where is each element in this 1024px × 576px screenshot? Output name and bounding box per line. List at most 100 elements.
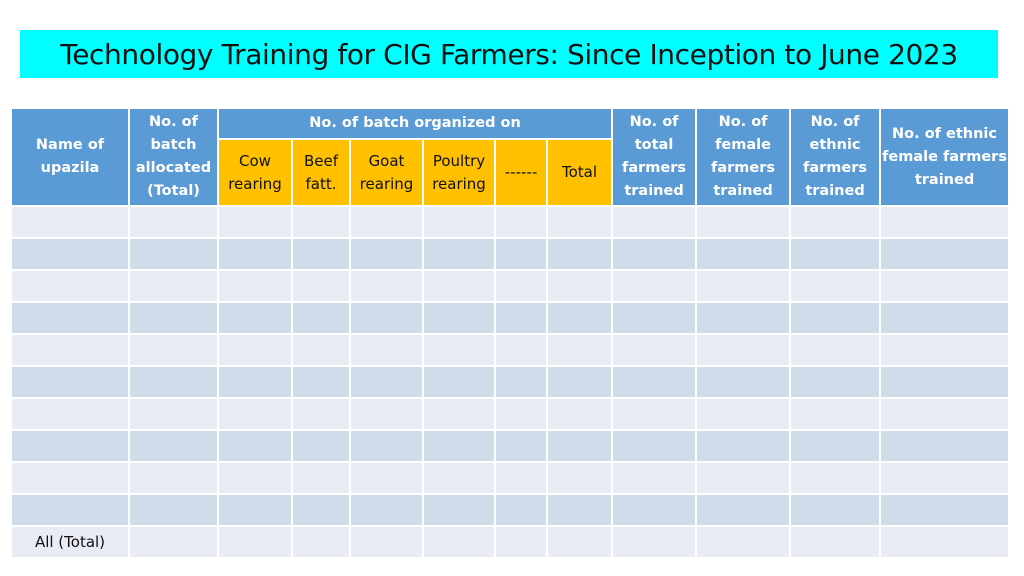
row-label bbox=[10, 205, 130, 239]
table-cell bbox=[291, 205, 351, 239]
table-cell bbox=[422, 365, 496, 399]
table-cell bbox=[128, 461, 219, 495]
total-row: All (Total) bbox=[10, 525, 1011, 559]
table-cell bbox=[349, 493, 424, 527]
table-row bbox=[10, 429, 1011, 463]
table-cell bbox=[349, 365, 424, 399]
table-cell bbox=[422, 237, 496, 271]
table-cell bbox=[217, 237, 293, 271]
table-cell bbox=[422, 301, 496, 335]
table-cell bbox=[494, 365, 548, 399]
table-cell bbox=[879, 333, 1011, 367]
table-cell bbox=[128, 493, 219, 527]
table-cell bbox=[422, 493, 496, 527]
table-cell bbox=[611, 461, 698, 495]
table-cell bbox=[422, 429, 496, 463]
header-total-farmers: No. of total farmers trained bbox=[611, 107, 698, 207]
table-cell bbox=[217, 301, 293, 335]
row-label bbox=[10, 301, 130, 335]
table-cell bbox=[695, 397, 792, 431]
table-cell bbox=[611, 525, 698, 559]
table-cell bbox=[695, 493, 792, 527]
table-cell bbox=[494, 429, 548, 463]
row-label bbox=[10, 269, 130, 303]
table-cell bbox=[291, 333, 351, 367]
table-row bbox=[10, 269, 1011, 303]
table-cell bbox=[349, 461, 424, 495]
table-cell bbox=[349, 269, 424, 303]
table-cell bbox=[422, 333, 496, 367]
table-cell bbox=[879, 493, 1011, 527]
table-cell bbox=[291, 525, 351, 559]
table-cell bbox=[422, 397, 496, 431]
table-cell bbox=[291, 237, 351, 271]
table-cell bbox=[291, 397, 351, 431]
subheader-cow-rearing: Cow rearing bbox=[217, 138, 293, 207]
table-cell bbox=[695, 237, 792, 271]
table-cell bbox=[494, 333, 548, 367]
table-cell bbox=[545, 333, 614, 367]
table-cell bbox=[128, 333, 219, 367]
table-cell bbox=[349, 237, 424, 271]
table-cell bbox=[879, 301, 1011, 335]
subheader-total: Total bbox=[545, 138, 614, 207]
subheader-goat-rearing: Goat rearing bbox=[349, 138, 424, 207]
table-cell bbox=[611, 205, 698, 239]
table-cell bbox=[217, 429, 293, 463]
row-label bbox=[10, 493, 130, 527]
table-row bbox=[10, 301, 1011, 335]
table-cell bbox=[611, 269, 698, 303]
table-cell bbox=[494, 493, 548, 527]
table-cell bbox=[789, 333, 882, 367]
row-label bbox=[10, 237, 130, 271]
subheader-poultry-rearing: Poultry rearing bbox=[422, 138, 496, 207]
table-cell bbox=[494, 461, 548, 495]
table-cell bbox=[545, 269, 614, 303]
table-cell bbox=[128, 365, 219, 399]
table-cell bbox=[789, 269, 882, 303]
header-upazila: Name of upazila bbox=[10, 107, 130, 207]
table-cell bbox=[217, 525, 293, 559]
table-cell bbox=[611, 333, 698, 367]
table-cell bbox=[128, 205, 219, 239]
table-cell bbox=[789, 205, 882, 239]
table-cell bbox=[291, 493, 351, 527]
table-cell bbox=[789, 397, 882, 431]
table-cell bbox=[128, 237, 219, 271]
table-cell bbox=[545, 525, 614, 559]
table-cell bbox=[695, 205, 792, 239]
table-cell bbox=[494, 269, 548, 303]
table-row bbox=[10, 365, 1011, 399]
table-cell bbox=[879, 397, 1011, 431]
table-cell bbox=[494, 205, 548, 239]
row-label: All (Total) bbox=[10, 525, 130, 559]
table-cell bbox=[611, 365, 698, 399]
table-cell bbox=[494, 301, 548, 335]
table-cell bbox=[695, 365, 792, 399]
row-label bbox=[10, 333, 130, 367]
table-cell bbox=[545, 461, 614, 495]
row-label bbox=[10, 461, 130, 495]
table-row bbox=[10, 205, 1011, 239]
table-row bbox=[10, 397, 1011, 431]
table-cell bbox=[545, 429, 614, 463]
header-ethnic-female-farmers: No. of ethnic female farmers trained bbox=[879, 107, 1011, 207]
table-cell bbox=[545, 365, 614, 399]
table-cell bbox=[789, 525, 882, 559]
table-cell bbox=[695, 461, 792, 495]
header-ethnic-farmers: No. of ethnic farmers trained bbox=[789, 107, 882, 207]
header-female-farmers: No. of female farmers trained bbox=[695, 107, 792, 207]
row-label bbox=[10, 365, 130, 399]
table-cell bbox=[494, 237, 548, 271]
table-cell bbox=[879, 429, 1011, 463]
table-cell bbox=[217, 269, 293, 303]
table-cell bbox=[695, 429, 792, 463]
table-cell bbox=[879, 205, 1011, 239]
table-cell bbox=[128, 301, 219, 335]
table-cell bbox=[545, 237, 614, 271]
table-cell bbox=[879, 525, 1011, 559]
table-row bbox=[10, 333, 1011, 367]
table-cell bbox=[494, 525, 548, 559]
table-cell bbox=[545, 205, 614, 239]
table-cell bbox=[789, 493, 882, 527]
